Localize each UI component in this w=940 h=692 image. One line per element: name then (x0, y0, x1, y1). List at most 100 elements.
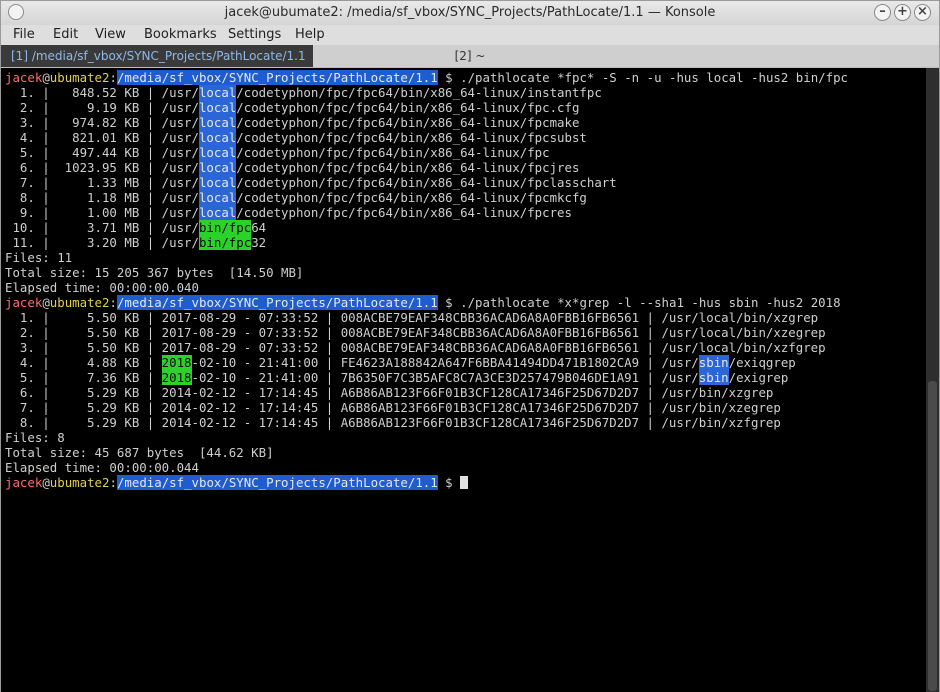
prompt-at: @ (42, 295, 50, 310)
prompt-symbol: $ (437, 475, 461, 490)
prompt-at: @ (42, 475, 50, 490)
row-prefix: 10. | 3.71 MB | /usr/ (5, 220, 199, 235)
row-suffix: 2017-08-29 - 07:33:52 | 008ACBE79EAF348C… (161, 325, 826, 340)
minimize-button[interactable]: – (874, 4, 891, 21)
match-highlight: local (198, 85, 237, 100)
files-count: Files: 11 (5, 250, 72, 265)
row-suffix: 32 (251, 235, 267, 250)
prompt-path: /media/sf_vbox/SYNC_Projects/PathLocate/… (116, 295, 438, 310)
result-row: 3. | 974.82 KB | /usr/local/codetyphon/f… (5, 115, 579, 130)
menu-help[interactable]: Help (295, 27, 325, 42)
menu-bar: File Edit View Bookmarks Settings Help (1, 25, 939, 45)
row-suffix: /codetyphon/fpc/fpc64/bin/x86_64-linux/f… (236, 100, 580, 115)
row-suffix: /codetyphon/fpc/fpc64/bin/x86_64-linux/f… (236, 130, 587, 145)
maximize-button[interactable]: + (894, 4, 911, 21)
row-suffix: 2014-02-12 - 17:14:45 | A6B86AB123F66F01… (161, 400, 781, 415)
prompt-user: jacek (5, 70, 43, 85)
row-suffix: /exiqgrep (728, 355, 796, 370)
result-row: 3. | 5.50 KB | 2017-08-29 - 07:33:52 | 0… (5, 340, 826, 355)
row-prefix: 9. | 1.00 MB | /usr/ (5, 205, 199, 220)
prompt-host: ubumate2 (49, 295, 110, 310)
menu-view[interactable]: View (95, 27, 126, 42)
row-suffix: 2014-02-12 - 17:14:45 | A6B86AB123F66F01… (161, 385, 774, 400)
row-suffix: /codetyphon/fpc/fpc64/bin/x86_64-linux/f… (236, 145, 550, 160)
elapsed-text: Elapsed time: 00:00:00.040 (5, 280, 199, 295)
row-suffix: 2017-08-29 - 07:33:52 | 008ACBE79EAF348C… (161, 310, 819, 325)
prompt-user: jacek (5, 475, 43, 490)
result-row: 6. | 5.29 KB | 2014-02-12 - 17:14:45 | A… (5, 385, 773, 400)
match-highlight: local (198, 205, 237, 220)
total-text: Total size: 15 205 367 bytes [14.50 MB] (5, 265, 304, 280)
elapsed-time: Elapsed time: 00:00:00.040 (5, 280, 199, 295)
match-highlight: 2018 (161, 370, 192, 385)
konsole-window: jacek@ubumate2: /media/sf_vbox/SYNC_Proj… (0, 0, 940, 692)
row-prefix: 6. | 5.29 KB | (5, 385, 162, 400)
result-row: 1. | 848.52 KB | /usr/local/codetyphon/f… (5, 85, 602, 100)
result-row: 2. | 9.19 KB | /usr/local/codetyphon/fpc… (5, 100, 579, 115)
row-prefix: 4. | 821.01 KB | /usr/ (5, 130, 199, 145)
match-highlight: bin/fpc (198, 220, 252, 235)
row-suffix: /codetyphon/fpc/fpc64/bin/x86_64-linux/f… (236, 115, 580, 130)
row-prefix: 8. | 5.29 KB | (5, 415, 162, 430)
row-suffix: /codetyphon/fpc/fpc64/bin/x86_64-linux/f… (236, 190, 587, 205)
row-prefix: 7. | 5.29 KB | (5, 400, 162, 415)
row-middle: -02-10 - 21:41:00 | FE4623A188842A647F6B… (191, 355, 699, 370)
result-row: 9. | 1.00 MB | /usr/local/codetyphon/fpc… (5, 205, 572, 220)
close-button[interactable]: × (914, 4, 931, 21)
row-prefix: 2. | 5.50 KB | (5, 325, 162, 340)
row-prefix: 7. | 1.33 MB | /usr/ (5, 175, 199, 190)
result-row: 5. | 497.44 KB | /usr/local/codetyphon/f… (5, 145, 550, 160)
result-row: 4. | 4.88 KB | 2018-02-10 - 21:41:00 | F… (5, 355, 796, 370)
result-row: 5. | 7.36 KB | 2018-02-10 - 21:41:00 | 7… (5, 370, 788, 385)
match-highlight: bin/fpc (198, 235, 252, 250)
result-row: 2. | 5.50 KB | 2017-08-29 - 07:33:52 | 0… (5, 325, 826, 340)
row-suffix: 64 (251, 220, 267, 235)
elapsed-text: Elapsed time: 00:00:00.044 (5, 460, 199, 475)
window-title: jacek@ubumate2: /media/sf_vbox/SYNC_Proj… (224, 5, 716, 20)
prompt-colon: : (109, 475, 117, 490)
result-row: 8. | 5.29 KB | 2014-02-12 - 17:14:45 | A… (5, 415, 781, 430)
result-row: 7. | 5.29 KB | 2014-02-12 - 17:14:45 | A… (5, 400, 781, 415)
result-row: 10. | 3.71 MB | /usr/bin/fpc64 (5, 220, 266, 235)
result-row: 11. | 3.20 MB | /usr/bin/fpc32 (5, 235, 266, 250)
menu-edit[interactable]: Edit (53, 27, 78, 42)
terminal-output[interactable]: jacek@ubumate2:/media/sf_vbox/SYNC_Proje… (1, 68, 926, 692)
row-suffix: /exigrep (728, 370, 789, 385)
menu-settings[interactable]: Settings (228, 27, 281, 42)
prompt-at: @ (42, 70, 50, 85)
match-highlight: 2018 (161, 355, 192, 370)
prompt-line: jacek@ubumate2:/media/sf_vbox/SYNC_Proje… (5, 295, 841, 310)
files-text: Files: 11 (5, 250, 73, 265)
result-row: 7. | 1.33 MB | /usr/local/codetyphon/fpc… (5, 175, 617, 190)
prompt-path: /media/sf_vbox/SYNC_Projects/PathLocate/… (116, 70, 438, 85)
row-prefix: 1. | 5.50 KB | (5, 310, 162, 325)
tab-1[interactable]: [1] /media/sf_vbox/SYNC_Projects/PathLoc… (1, 45, 313, 67)
title-bar[interactable]: jacek@ubumate2: /media/sf_vbox/SYNC_Proj… (1, 1, 939, 25)
command-text: ./pathlocate *x*grep -l --sha1 -hus sbin… (460, 295, 841, 310)
menu-file[interactable]: File (13, 27, 35, 42)
prompt-user: jacek (5, 295, 43, 310)
prompt-line: jacek@ubumate2:/media/sf_vbox/SYNC_Proje… (5, 70, 848, 85)
scrollbar-thumb[interactable] (928, 381, 937, 691)
tab-2[interactable]: [2] ~ (313, 45, 627, 67)
result-row: 6. | 1023.95 KB | /usr/local/codetyphon/… (5, 160, 579, 175)
files-text: Files: 8 (5, 430, 65, 445)
match-highlight: local (198, 100, 237, 115)
match-highlight: sbin (698, 355, 729, 370)
row-suffix: /codetyphon/fpc/fpc64/bin/x86_64-linux/i… (236, 85, 602, 100)
menu-bookmarks[interactable]: Bookmarks (144, 27, 217, 42)
prompt-line: jacek@ubumate2:/media/sf_vbox/SYNC_Proje… (5, 475, 469, 490)
tab-bar: [1] /media/sf_vbox/SYNC_Projects/PathLoc… (1, 45, 939, 68)
elapsed-time: Elapsed time: 00:00:00.044 (5, 460, 199, 475)
terminal-cursor (460, 476, 469, 489)
total-size: Total size: 15 205 367 bytes [14.50 MB] (5, 265, 303, 280)
prompt-colon: : (109, 295, 117, 310)
match-highlight: local (198, 190, 237, 205)
match-highlight: local (198, 160, 237, 175)
row-prefix: 11. | 3.20 MB | /usr/ (5, 235, 199, 250)
row-suffix: 2017-08-29 - 07:33:52 | 008ACBE79EAF348C… (161, 340, 826, 355)
prompt-symbol: $ (437, 70, 461, 85)
row-prefix: 2. | 9.19 KB | /usr/ (5, 100, 199, 115)
prompt-path: /media/sf_vbox/SYNC_Projects/PathLocate/… (116, 475, 438, 490)
row-suffix: /codetyphon/fpc/fpc64/bin/x86_64-linux/f… (236, 205, 572, 220)
